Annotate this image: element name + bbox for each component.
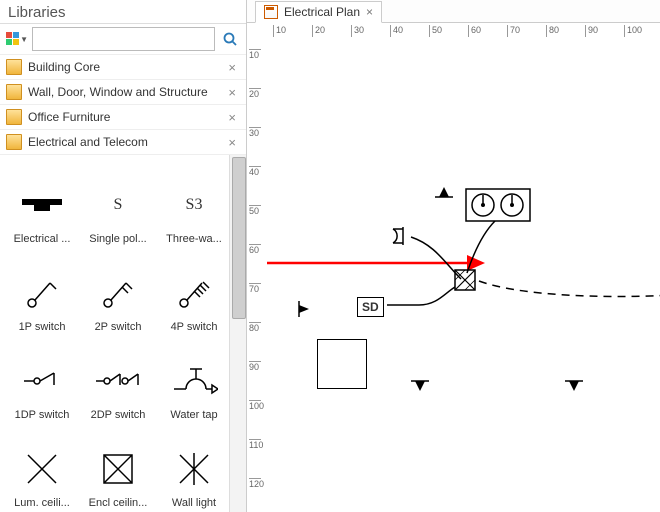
category-office-furniture[interactable]: Office Furniture× xyxy=(0,105,246,130)
shape-label: 2P switch xyxy=(82,321,154,333)
shape-label: Lum. ceili... xyxy=(6,497,78,509)
shape-wall-light[interactable]: Wall light xyxy=(158,425,230,509)
app-root: Libraries ▼ Building Core× Wall, Door, W… xyxy=(0,0,660,512)
ceiling-symbol-2[interactable] xyxy=(409,377,431,393)
category-building-core[interactable]: Building Core× xyxy=(0,55,246,80)
shape-electrical-service[interactable]: Electrical ... xyxy=(6,161,78,245)
shapes-scrollbar[interactable] xyxy=(229,155,246,512)
wall-symbol-left[interactable] xyxy=(297,299,315,319)
tab-label: Electrical Plan xyxy=(284,5,360,19)
category-label: Wall, Door, Window and Structure xyxy=(28,85,224,99)
palette-icon xyxy=(6,32,19,46)
sd-box[interactable]: SD xyxy=(357,297,384,317)
libraries-toolbar: ▼ xyxy=(0,24,246,55)
shape-1p-switch[interactable]: 1P switch xyxy=(6,249,78,333)
shape-label: 1DP switch xyxy=(6,409,78,421)
shape-label: 1P switch xyxy=(6,321,78,333)
ruler-vertical[interactable]: 102030405060708090100110120 xyxy=(247,43,268,512)
close-icon[interactable]: × xyxy=(224,110,240,125)
scrollbar-thumb[interactable] xyxy=(232,157,246,319)
folder-icon xyxy=(6,109,22,125)
category-label: Electrical and Telecom xyxy=(28,135,224,149)
category-electrical-telecom[interactable]: Electrical and Telecom× xyxy=(0,130,246,155)
close-icon[interactable]: × xyxy=(366,5,373,19)
shape-2p-switch[interactable]: 2P switch xyxy=(82,249,154,333)
search-button[interactable] xyxy=(219,28,240,50)
sd-label: SD xyxy=(362,300,379,314)
drawing-canvas[interactable]: SD xyxy=(267,43,660,512)
category-label: Office Furniture xyxy=(28,110,224,124)
shape-label: Single pol... xyxy=(82,233,154,245)
document-tabbar: Electrical Plan × xyxy=(247,0,660,23)
blank-square[interactable] xyxy=(317,339,367,389)
shape-glyph: S3 xyxy=(186,177,203,233)
category-wall-door-window[interactable]: Wall, Door, Window and Structure× xyxy=(0,80,246,105)
shape-label: Encl ceilin... xyxy=(82,497,154,509)
ruler-corner xyxy=(247,23,268,44)
shape-4p-switch[interactable]: 4P switch xyxy=(158,249,230,333)
folder-icon xyxy=(6,59,22,75)
meter-panel[interactable] xyxy=(465,188,531,222)
tab-electrical-plan[interactable]: Electrical Plan × xyxy=(255,1,382,23)
libraries-title: Libraries xyxy=(0,0,246,24)
close-icon[interactable]: × xyxy=(224,85,240,100)
close-icon[interactable]: × xyxy=(224,135,240,150)
shape-glyph: S xyxy=(114,177,123,233)
shape-label: Three-wa... xyxy=(158,233,230,245)
shape-label: Water tap xyxy=(158,409,230,421)
wire-3[interactable] xyxy=(385,283,459,311)
library-search-input[interactable] xyxy=(32,27,215,51)
shape-lum-ceiling[interactable]: Lum. ceili... xyxy=(6,425,78,509)
document-icon xyxy=(264,5,278,19)
search-icon xyxy=(222,31,238,47)
shape-encl-ceiling[interactable]: Encl ceilin... xyxy=(82,425,154,509)
shape-water-tap[interactable]: Water tap xyxy=(158,337,230,421)
shape-label: 4P switch xyxy=(158,321,230,333)
shapes-palette: Electrical ... SSingle pol... S3Three-wa… xyxy=(0,155,246,512)
shape-single-pole[interactable]: SSingle pol... xyxy=(82,161,154,245)
ruler-container: 102030405060708090100 102030405060708090… xyxy=(247,23,660,512)
folder-icon xyxy=(6,134,22,150)
shape-2dp-switch[interactable]: 2DP switch xyxy=(82,337,154,421)
ceiling-symbol-3[interactable] xyxy=(563,377,585,393)
dashed-wire[interactable] xyxy=(477,277,660,307)
shape-1dp-switch[interactable]: 1DP switch xyxy=(6,337,78,421)
shape-label: Electrical ... xyxy=(6,233,78,245)
document-area: Electrical Plan × 102030405060708090100 … xyxy=(247,0,660,512)
ceiling-symbol-1[interactable] xyxy=(433,183,455,199)
wire-2[interactable] xyxy=(465,219,505,279)
folder-icon xyxy=(6,84,22,100)
shape-three-way[interactable]: S3Three-wa... xyxy=(158,161,230,245)
shape-label: Wall light xyxy=(158,497,230,509)
palette-button[interactable]: ▼ xyxy=(6,29,28,49)
category-label: Building Core xyxy=(28,60,224,74)
shape-label: 2DP switch xyxy=(82,409,154,421)
libraries-panel: Libraries ▼ Building Core× Wall, Door, W… xyxy=(0,0,247,512)
ruler-horizontal[interactable]: 102030405060708090100 xyxy=(267,23,660,44)
close-icon[interactable]: × xyxy=(224,60,240,75)
chevron-down-icon: ▼ xyxy=(20,35,28,44)
